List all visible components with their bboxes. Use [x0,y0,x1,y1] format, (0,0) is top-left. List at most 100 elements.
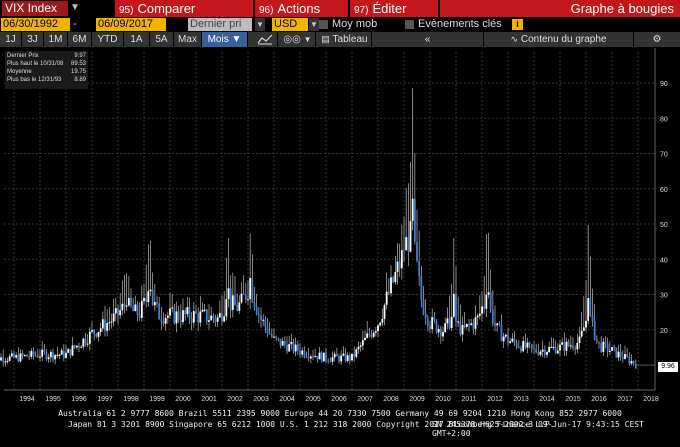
candle-body [288,344,291,352]
candle-body [169,308,171,316]
candle-body [556,350,559,354]
candle-body [515,342,518,348]
y-tick-label: 30 [660,293,668,300]
candle-body [630,361,633,364]
candle-body [474,317,477,329]
candle-body [407,237,410,252]
candle-body [286,344,288,352]
legend-row-last: Dernier Prix 9.97 [7,52,86,60]
candle-body [582,327,585,331]
candle-body [123,303,126,307]
candle-body [134,304,137,312]
y-tick-label: 90 [660,81,668,88]
candle-body [10,353,13,357]
candle-body [84,338,87,344]
candle-body [431,317,434,330]
candle-body [23,355,26,357]
candle-body [188,307,191,319]
candle-body [56,354,59,356]
candle-body [54,355,57,360]
candle-body [487,292,490,295]
candle-body [101,319,104,329]
candle-body [58,354,61,356]
candle-body [361,340,364,346]
footer-serial: SN 245378 H625-2892-3 09-Jun-17 9:43:15 … [432,420,644,438]
y-tick-label: 70 [660,152,668,159]
candle-body [491,309,494,324]
candle-body [218,313,221,318]
candle-body [262,319,265,321]
candle-body [381,318,384,323]
x-tick-label: 2009 [409,396,425,403]
candle-body [355,349,358,357]
candle-body [242,293,245,295]
x-tick-label: 2012 [487,396,503,403]
candle-body [591,315,594,321]
candle-body [338,356,340,362]
candle-body [513,338,516,343]
candle-body [541,349,544,352]
candle-body [277,338,280,340]
candle-body [69,349,72,356]
candle-body [177,311,180,320]
candle-body [175,311,178,324]
candle-body [26,355,28,357]
candle-body [517,347,520,349]
legend-value-high: 89.53 [70,61,86,67]
candle-body [403,250,405,252]
candle-body [164,317,167,324]
candle-body [307,356,310,359]
candle-body [121,303,124,311]
candle-body [13,353,15,358]
legend-value-low: 8.89 [74,77,86,83]
candle-body [379,322,382,326]
candle-body [125,305,128,307]
candle-body [234,295,236,306]
candle-body [613,347,616,349]
candle-body [606,343,609,352]
candle-body [552,346,555,348]
y-tick-label: 60 [660,187,668,194]
candle-body [15,355,18,358]
candle-body [238,302,241,311]
candle-body [82,338,85,347]
footer-copyright: Japan 81 3 3201 8900 Singapore 65 6212 1… [0,420,680,438]
candle-body [567,341,570,346]
candle-body [303,350,306,357]
candle-body [45,351,48,360]
candle-body [52,352,54,360]
candle-body [511,338,514,342]
y-tick-label: 20 [660,328,668,335]
candle-body [543,349,546,355]
candle-body [322,352,325,362]
x-tick-label: 2015 [565,396,581,403]
candle-body [318,352,321,360]
candle-body [485,294,488,309]
candle-body [34,355,37,357]
candle-body [247,299,249,301]
x-tick-label: 2008 [383,396,399,403]
candle-body [264,319,267,327]
candle-body [595,339,598,342]
candle-body [455,293,457,322]
candle-body [171,307,174,309]
candle-body [626,354,629,357]
candle-body [99,328,102,332]
candle-body [396,261,399,272]
candle-body [392,277,395,283]
candle-body [62,350,65,358]
candle-body [65,352,67,358]
candle-body [97,331,100,337]
candle-body [619,351,622,358]
candle-body [296,344,299,351]
x-tick-label: 2005 [305,396,321,403]
candle-body [216,317,219,322]
candle-body [292,341,295,352]
candle-body [366,333,369,338]
candle-body [442,331,444,337]
candle-body [494,323,496,326]
candle-body [496,323,499,326]
candle-body [184,310,187,315]
candle-body [223,316,226,322]
candle-body [357,346,360,350]
